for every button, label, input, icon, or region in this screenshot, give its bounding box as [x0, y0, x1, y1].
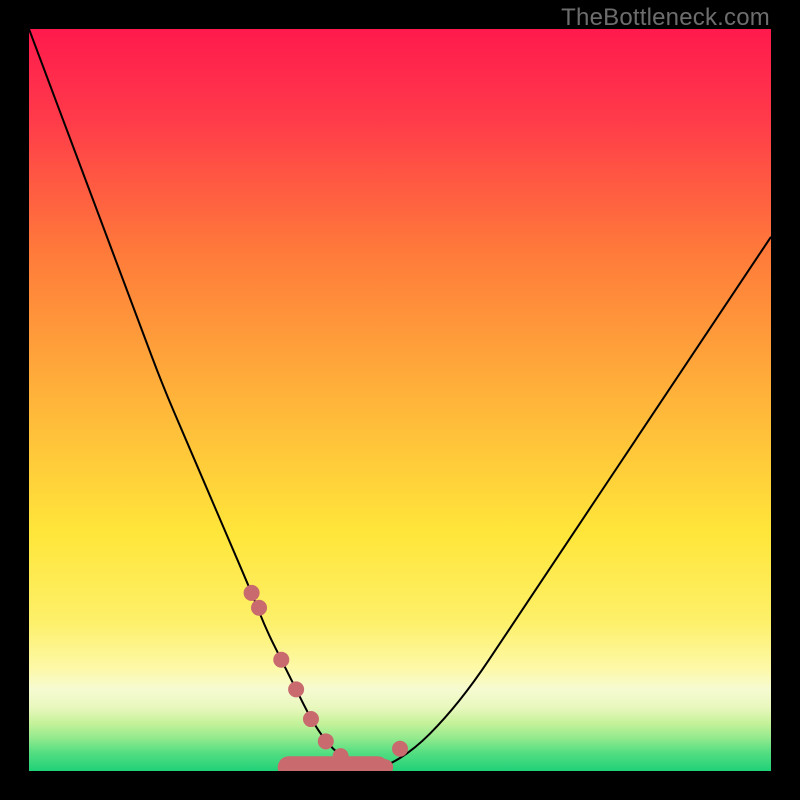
chart-svg [29, 29, 771, 771]
outer-frame: TheBottleneck.com [0, 0, 800, 800]
curve-marker-dot [288, 681, 304, 697]
plot-area [29, 29, 771, 771]
watermark-text: TheBottleneck.com [561, 4, 770, 32]
curve-marker-dot [392, 741, 408, 757]
curve-marker-dot [251, 600, 267, 616]
curve-marker-dot [318, 733, 334, 749]
curve-marker-dot [303, 711, 319, 727]
curve-marker-dot [244, 585, 260, 601]
gradient-background [29, 29, 771, 771]
curve-marker-dot [333, 748, 349, 764]
curve-marker-dot [273, 652, 289, 668]
